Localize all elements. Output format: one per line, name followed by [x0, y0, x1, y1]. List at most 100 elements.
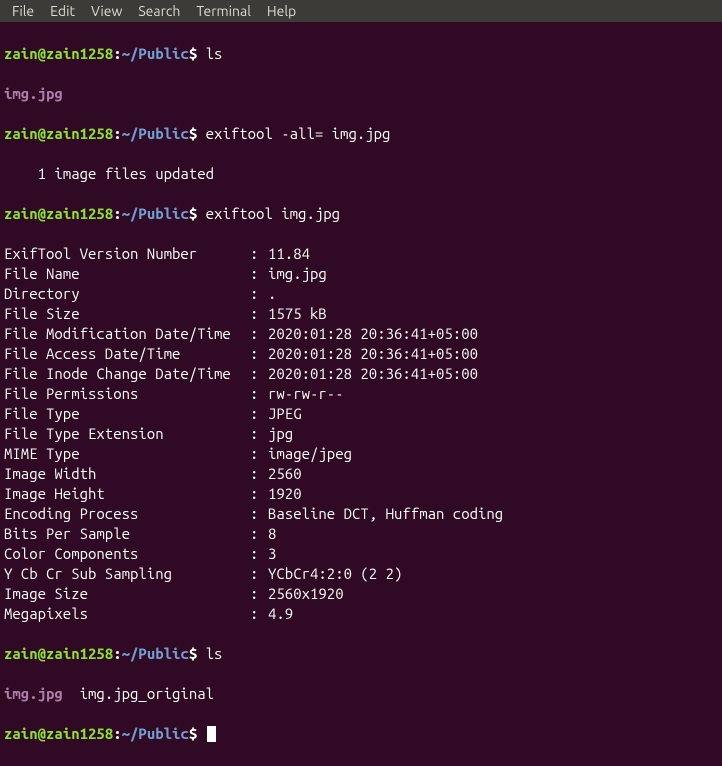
- exif-label: Color Components: [4, 544, 250, 564]
- exif-label: MIME Type: [4, 444, 250, 464]
- output-updated: 1 image files updated: [4, 164, 718, 184]
- exif-sep: :: [250, 264, 268, 284]
- exif-label: File Type: [4, 404, 250, 424]
- file-img-jpg: img.jpg: [4, 85, 63, 102]
- exif-row: File Inode Change Date/Time: 2020:01:28 …: [4, 364, 718, 384]
- exif-value: 2560: [268, 465, 302, 482]
- exif-value: 2020:01:28 20:36:41+05:00: [268, 345, 478, 362]
- file-img-jpg-original: img.jpg_original: [63, 685, 214, 702]
- exif-row: Y Cb Cr Sub Sampling: YCbCr4:2:0 (2 2): [4, 564, 718, 584]
- exif-label: Directory: [4, 284, 250, 304]
- prompt-colon: :: [113, 45, 121, 62]
- exif-sep: :: [250, 364, 268, 384]
- exif-value: image/jpeg: [268, 445, 352, 462]
- exif-row: File Name: img.jpg: [4, 264, 718, 284]
- exif-label: File Type Extension: [4, 424, 250, 444]
- terminal-area[interactable]: zain@zain1258:~/Public$ ls img.jpg zain@…: [0, 22, 722, 766]
- exif-row: ExifTool Version Number: 11.84: [4, 244, 718, 264]
- command-exiftool-strip: exiftool -all= img.jpg: [206, 125, 391, 142]
- exif-value: .: [268, 285, 276, 302]
- exif-row: Image Size: 2560x1920: [4, 584, 718, 604]
- exif-row: Color Components: 3: [4, 544, 718, 564]
- exif-label: File Access Date/Time: [4, 344, 250, 364]
- exif-row: Image Height: 1920: [4, 484, 718, 504]
- exif-value: jpg: [268, 425, 293, 442]
- menu-view[interactable]: View: [83, 1, 130, 21]
- exif-value: 2560x1920: [268, 585, 344, 602]
- exif-label: Encoding Process: [4, 504, 250, 524]
- prompt-path: ~/Public: [122, 45, 189, 62]
- exif-sep: :: [250, 484, 268, 504]
- exif-sep: :: [250, 244, 268, 264]
- exif-row: MIME Type: image/jpeg: [4, 444, 718, 464]
- exif-label: Megapixels: [4, 604, 250, 624]
- prompt-line-5: zain@zain1258:~/Public$: [4, 724, 718, 744]
- exif-label: Y Cb Cr Sub Sampling: [4, 564, 250, 584]
- exif-value: Baseline DCT, Huffman coding: [268, 505, 503, 522]
- prompt-user: zain: [4, 45, 38, 62]
- exif-value: 2020:01:28 20:36:41+05:00: [268, 365, 478, 382]
- command-ls-1: ls: [206, 45, 223, 62]
- exif-row: Image Width: 2560: [4, 464, 718, 484]
- prompt-line-3: zain@zain1258:~/Public$ exiftool img.jpg: [4, 204, 718, 224]
- exif-label: File Permissions: [4, 384, 250, 404]
- menu-edit[interactable]: Edit: [42, 1, 83, 21]
- prompt-line-1: zain@zain1258:~/Public$ ls: [4, 44, 718, 64]
- menu-file[interactable]: File: [4, 1, 42, 21]
- menu-help[interactable]: Help: [259, 1, 304, 21]
- exif-label: Image Height: [4, 484, 250, 504]
- exif-sep: :: [250, 584, 268, 604]
- exif-label: Image Size: [4, 584, 250, 604]
- exif-value: 3: [268, 545, 276, 562]
- exif-sep: :: [250, 544, 268, 564]
- menu-terminal[interactable]: Terminal: [188, 1, 259, 21]
- output-ls-1: img.jpg: [4, 84, 718, 104]
- exif-sep: :: [250, 404, 268, 424]
- exif-row: File Permissions: rw-rw-r--: [4, 384, 718, 404]
- exif-label: File Modification Date/Time: [4, 324, 250, 344]
- exif-row: File Access Date/Time: 2020:01:28 20:36:…: [4, 344, 718, 364]
- output-ls-2: img.jpg img.jpg_original: [4, 684, 718, 704]
- command-ls-2: ls: [206, 645, 223, 662]
- exif-value: 2020:01:28 20:36:41+05:00: [268, 325, 478, 342]
- prompt-at: @: [38, 45, 46, 62]
- exif-sep: :: [250, 324, 268, 344]
- exif-value: img.jpg: [268, 265, 327, 282]
- exif-value: JPEG: [268, 405, 302, 422]
- exif-sep: :: [250, 304, 268, 324]
- exif-row: Megapixels: 4.9: [4, 604, 718, 624]
- prompt-line-2: zain@zain1258:~/Public$ exiftool -all= i…: [4, 124, 718, 144]
- prompt-host: zain1258: [46, 45, 113, 62]
- exif-row: Encoding Process: Baseline DCT, Huffman …: [4, 504, 718, 524]
- exif-value: 11.84: [268, 245, 310, 262]
- exif-sep: :: [250, 284, 268, 304]
- file-img-jpg-2: img.jpg: [4, 685, 63, 702]
- menubar: File Edit View Search Terminal Help: [0, 0, 722, 22]
- exif-sep: :: [250, 604, 268, 624]
- exif-label: File Inode Change Date/Time: [4, 364, 250, 384]
- exif-row: File Modification Date/Time: 2020:01:28 …: [4, 324, 718, 344]
- exif-row: Bits Per Sample: 8: [4, 524, 718, 544]
- menu-search[interactable]: Search: [130, 1, 188, 21]
- exif-value: 8: [268, 525, 276, 542]
- exif-value: 1920: [268, 485, 302, 502]
- exif-value: 1575 kB: [268, 305, 327, 322]
- exif-label: ExifTool Version Number: [4, 244, 250, 264]
- exif-value: rw-rw-r--: [268, 385, 344, 402]
- prompt-line-4: zain@zain1258:~/Public$ ls: [4, 644, 718, 664]
- prompt-dollar: $: [189, 45, 197, 62]
- exif-sep: :: [250, 444, 268, 464]
- exif-sep: :: [250, 344, 268, 364]
- exif-sep: :: [250, 424, 268, 444]
- exif-sep: :: [250, 564, 268, 584]
- exif-sep: :: [250, 384, 268, 404]
- exif-sep: :: [250, 524, 268, 544]
- exif-sep: :: [250, 504, 268, 524]
- exif-row: File Size: 1575 kB: [4, 304, 718, 324]
- cursor: [207, 726, 216, 742]
- exif-value: YCbCr4:2:0 (2 2): [268, 565, 402, 582]
- exif-row: File Type Extension: jpg: [4, 424, 718, 444]
- exif-row: File Type: JPEG: [4, 404, 718, 424]
- exif-sep: :: [250, 464, 268, 484]
- exif-label: Image Width: [4, 464, 250, 484]
